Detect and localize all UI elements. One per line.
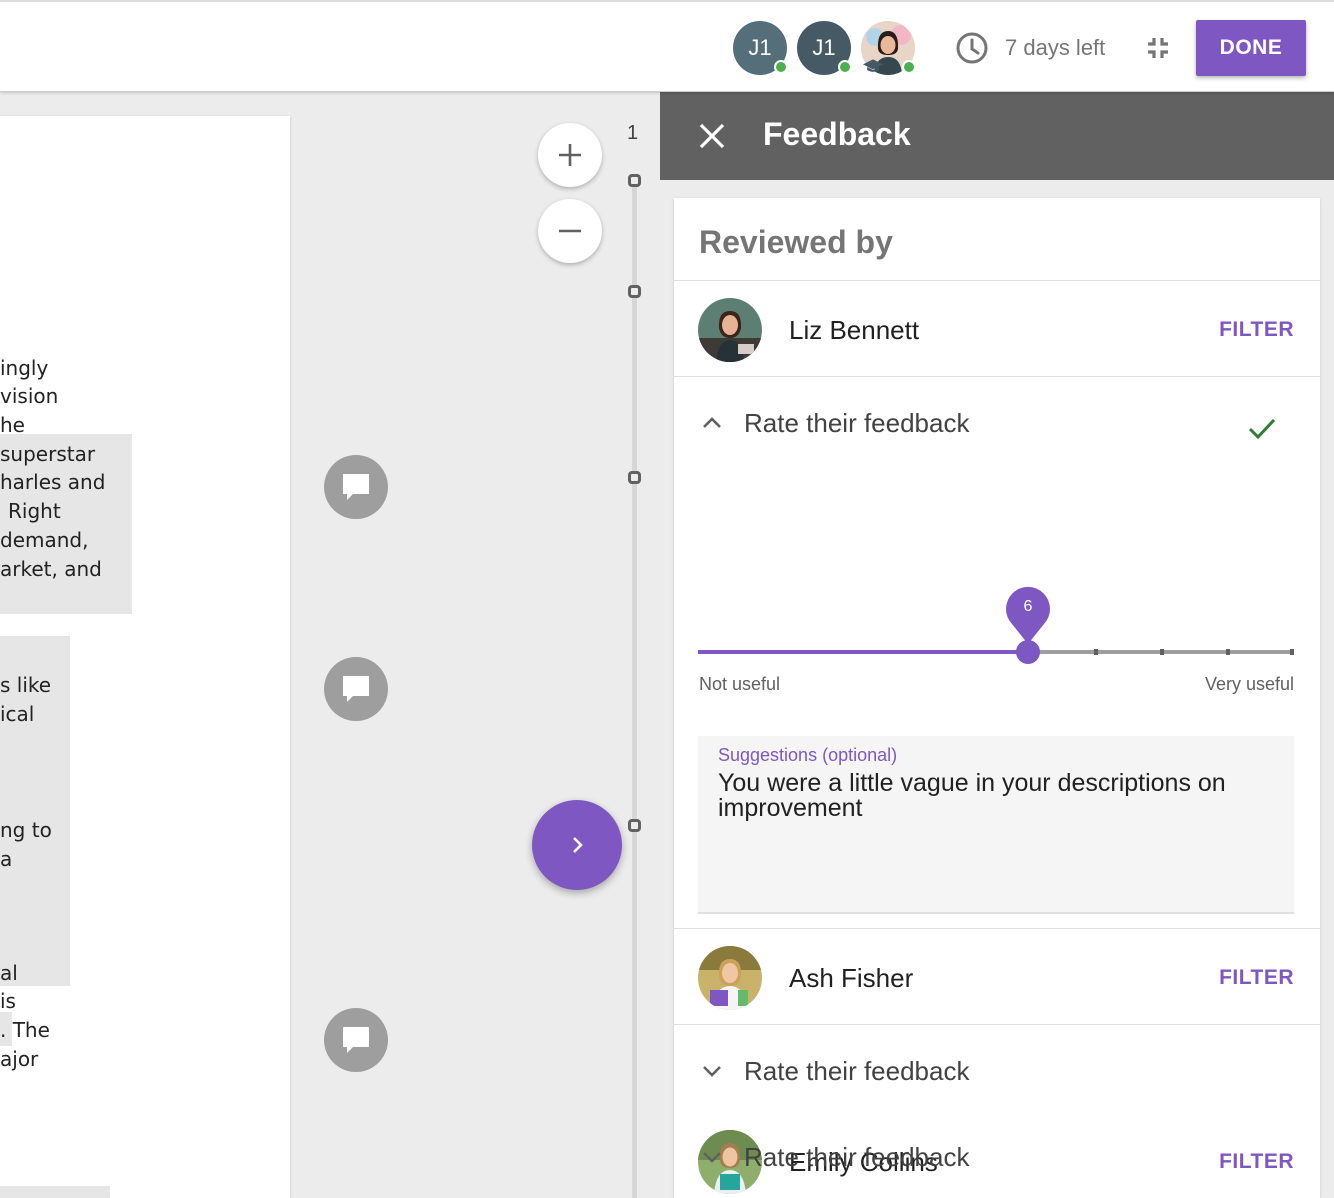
slider-tick: [1160, 649, 1164, 655]
comment-icon: [343, 1027, 369, 1053]
scale-max-label: Very useful: [1204, 674, 1294, 694]
comment-icon: [343, 676, 369, 702]
doc-text-line: is: [0, 989, 16, 1013]
reviewers-card: Reviewed by Liz Bennett FILTER Rate thei…: [674, 198, 1320, 1198]
done-button[interactable]: DONE: [1196, 20, 1306, 76]
slider-value-pin: [1006, 586, 1050, 644]
suggestions-field[interactable]: Suggestions (optional) You were a little…: [698, 736, 1294, 914]
doc-text-line: ng to: [0, 818, 52, 842]
minus-icon: [559, 229, 581, 233]
comment-position-marker[interactable]: [628, 819, 641, 832]
rate-feedback-toggle[interactable]: Rate their feedback: [700, 1139, 969, 1175]
doc-text-line: vision: [0, 384, 59, 408]
time-left-text: 7 days left: [1005, 35, 1106, 60]
feedback-panel: Feedback Reviewed by Liz Bennett FILTER …: [660, 92, 1334, 1198]
filter-button[interactable]: FILTER: [1219, 318, 1294, 342]
top-bar: J1 J1 7 days left DONE: [0, 0, 1334, 92]
rate-feedback-label: Rate their feedback: [744, 1055, 970, 1086]
doc-text-line: arket, and: [0, 557, 102, 581]
rate-feedback-toggle[interactable]: Rate their feedback: [700, 1053, 969, 1089]
divider: [674, 928, 1320, 929]
doc-text-line: al: [0, 961, 18, 985]
user-avatar[interactable]: J1: [797, 21, 852, 75]
comment-position-marker[interactable]: [628, 285, 641, 298]
slider-value: 6: [1023, 598, 1033, 615]
online-indicator: [902, 60, 916, 74]
comment-marker[interactable]: [324, 1008, 388, 1072]
divider: [674, 280, 1320, 281]
filter-button[interactable]: FILTER: [1219, 966, 1294, 990]
user-avatar[interactable]: J1: [733, 21, 788, 75]
plus-icon: [559, 144, 581, 166]
doc-text-line: ingly: [0, 356, 49, 380]
reviewer-avatar: [698, 298, 762, 362]
doc-text-line: demand,: [0, 528, 89, 552]
slider-tick: [1094, 649, 1098, 655]
zoom-out-button[interactable]: [538, 199, 602, 263]
rate-feedback-toggle[interactable]: Rate their feedback: [700, 405, 969, 441]
chevron-up-icon: [703, 417, 721, 428]
zoom-in-button[interactable]: [538, 123, 602, 187]
comment-marker[interactable]: [324, 657, 388, 721]
doc-text-line: ical: [0, 702, 35, 726]
page-scrubber[interactable]: [632, 176, 637, 1198]
graduation-cap-icon: [863, 59, 883, 72]
scale-min-label: Not useful: [699, 674, 781, 694]
highlight[interactable]: [0, 1186, 110, 1198]
suggestions-label: Suggestions (optional): [718, 745, 898, 765]
panel-title: Feedback: [763, 116, 911, 152]
close-icon[interactable]: [698, 122, 726, 150]
doc-text-line: Right: [8, 499, 61, 523]
doc-text-line: superstar: [0, 442, 96, 466]
doc-text-line: harles and: [0, 470, 106, 494]
reviewer-name: Liz Bennett: [789, 315, 920, 345]
online-indicator: [838, 60, 852, 74]
chevron-down-icon: [703, 1152, 721, 1163]
time-remaining: 7 days left: [955, 30, 1105, 66]
teacher-avatar[interactable]: [861, 21, 916, 75]
chevron-right-icon: [573, 837, 583, 853]
user-initials: J1: [748, 35, 772, 60]
comment-position-marker[interactable]: [628, 471, 641, 484]
chevron-down-icon: [703, 1066, 721, 1077]
doc-text-line: he: [0, 413, 25, 437]
slider-tick: [1226, 649, 1230, 655]
slider-fill: [698, 650, 1030, 654]
rating-slider[interactable]: [698, 649, 1294, 655]
doc-text-line: ajor: [0, 1047, 39, 1071]
reviewer-name: Ash Fisher: [789, 963, 914, 993]
doc-text-line: s like: [0, 673, 52, 697]
filter-button[interactable]: FILTER: [1219, 1150, 1294, 1174]
divider: [674, 376, 1320, 377]
comment-position-marker[interactable]: [628, 174, 641, 187]
user-initials: J1: [812, 35, 836, 60]
clock-icon: [956, 32, 988, 64]
next-button[interactable]: [532, 800, 622, 890]
document-page[interactable]: ingly vision he superstar harles and Rig…: [0, 116, 290, 1198]
doc-text-line: a: [0, 847, 13, 871]
page-number: 1: [627, 122, 639, 144]
reviewer-photo: [698, 298, 762, 362]
rate-feedback-label: Rate their feedback: [744, 407, 970, 438]
reviewed-by-heading: Reviewed by: [699, 224, 893, 260]
reviewer-photo: [698, 946, 762, 1010]
online-indicator: [774, 60, 788, 74]
divider: [674, 1024, 1320, 1025]
panel-header: Feedback: [660, 92, 1334, 180]
slider-thumb[interactable]: [1016, 640, 1040, 664]
comment-icon: [343, 474, 369, 500]
slider-tick: [1290, 649, 1294, 655]
check-icon: [1248, 418, 1276, 440]
rate-feedback-label: Rate their feedback: [744, 1141, 970, 1172]
exit-fullscreen-icon[interactable]: [1142, 32, 1174, 64]
suggestions-input[interactable]: You were a little vague in your descript…: [718, 771, 1278, 821]
comment-marker[interactable]: [324, 455, 388, 519]
reviewer-avatar: [698, 946, 762, 1010]
doc-text-line: . The: [0, 1018, 50, 1042]
